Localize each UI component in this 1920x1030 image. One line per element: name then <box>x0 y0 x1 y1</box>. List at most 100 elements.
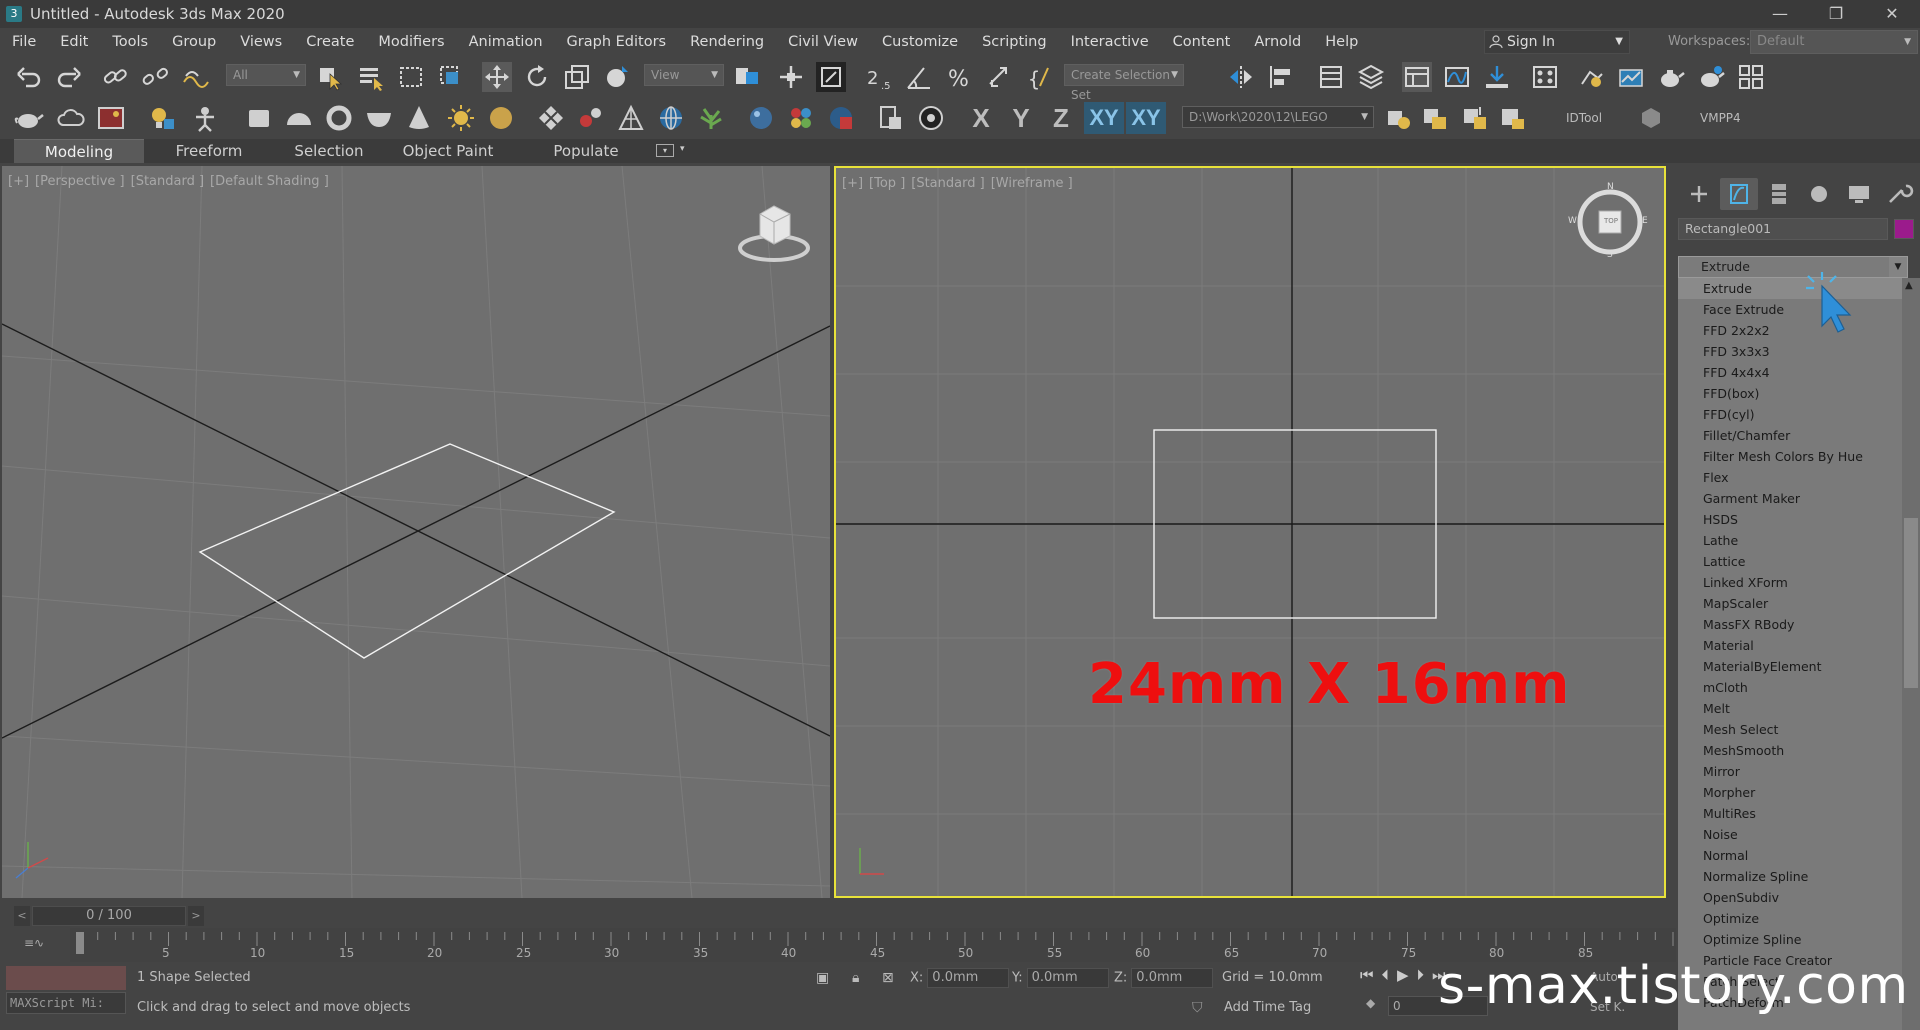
tab-modeling[interactable]: Modeling <box>14 139 144 163</box>
material-sphere-button[interactable] <box>746 103 776 133</box>
top-viewport-label[interactable]: [+] [Top ] [Standard ] [Wireframe ] <box>842 176 1079 191</box>
menu-modifiers[interactable]: Modifiers <box>366 34 456 50</box>
modifier-list-item[interactable]: Face Extrude <box>1678 299 1920 320</box>
modifier-list-item[interactable]: Filter Mesh Colors By Hue <box>1678 446 1920 467</box>
modifier-list-item[interactable]: MeshSmooth <box>1678 740 1920 761</box>
constrain-xy-button[interactable]: XY <box>1084 102 1124 134</box>
project-folder-select[interactable]: D:\Work\2020\12\LEGO ▼ <box>1182 106 1374 128</box>
percent-snap-toggle[interactable]: % <box>944 62 974 92</box>
modifier-list-item[interactable]: FFD(cyl) <box>1678 404 1920 425</box>
character-button[interactable] <box>190 103 220 133</box>
particles-button[interactable] <box>576 103 606 133</box>
place-button[interactable] <box>602 62 632 92</box>
modifier-list-item[interactable]: MultiRes <box>1678 803 1920 824</box>
window-crossing-button[interactable] <box>436 62 466 92</box>
modifier-list-item[interactable]: Melt <box>1678 698 1920 719</box>
object-name-field[interactable]: Rectangle001 <box>1678 218 1888 240</box>
menu-interactive[interactable]: Interactive <box>1059 34 1161 50</box>
project-tool-3-button[interactable] <box>1460 103 1490 133</box>
viewport-standard-label[interactable]: [Standard ] <box>131 174 204 189</box>
tiles-button[interactable] <box>536 103 566 133</box>
edit-named-selection-button[interactable]: { <box>1026 62 1056 92</box>
viewport-pov-label[interactable]: [Perspective ] <box>35 174 125 189</box>
object-color-swatch[interactable] <box>1894 219 1914 239</box>
modifier-list-item[interactable]: Mesh Select <box>1678 719 1920 740</box>
display-tab[interactable] <box>1840 178 1878 210</box>
modifier-list-item[interactable]: Optimize <box>1678 908 1920 929</box>
tab-selection[interactable]: Selection <box>264 139 394 163</box>
tab-freeform[interactable]: Freeform <box>144 139 274 163</box>
modifier-list-item[interactable]: OpenSubdiv <box>1678 887 1920 908</box>
menu-create[interactable]: Create <box>294 34 366 50</box>
idtool-button[interactable]: IDTool <box>1566 111 1602 125</box>
menu-tools[interactable]: Tools <box>100 34 160 50</box>
selection-filter-select[interactable]: All ▼ <box>226 64 306 86</box>
reference-coordinate-select[interactable]: View ▼ <box>644 64 724 86</box>
menu-scripting[interactable]: Scripting <box>970 34 1058 50</box>
dropdown-scrollbar[interactable]: ▲ <box>1902 278 1920 1030</box>
modifier-list-item[interactable]: Noise <box>1678 824 1920 845</box>
project-tool-2-button[interactable] <box>1420 103 1450 133</box>
hexagon-button[interactable] <box>1636 103 1666 133</box>
modifier-list-item[interactable]: Normal <box>1678 845 1920 866</box>
menu-file[interactable]: File <box>0 34 48 50</box>
vmpp-button[interactable]: VMPP4 <box>1700 111 1741 125</box>
maxscript-mini-listener[interactable]: MAXScript Mi: <box>6 992 126 1014</box>
modifier-list-item[interactable]: Extrude <box>1678 278 1920 299</box>
create-tab[interactable] <box>1680 178 1718 210</box>
modifier-list-item[interactable]: Mirror <box>1678 761 1920 782</box>
render-frame-window-button[interactable] <box>826 103 856 133</box>
media-button[interactable] <box>916 103 946 133</box>
viewcube-icon[interactable] <box>734 196 814 268</box>
modifier-list-item[interactable]: Flex <box>1678 467 1920 488</box>
move-button[interactable] <box>482 62 512 92</box>
modifier-list-item[interactable]: Linked XForm <box>1678 572 1920 593</box>
viewport-shading-label[interactable]: [Wireframe ] <box>991 176 1073 191</box>
restore-button[interactable]: ❐ <box>1808 0 1864 28</box>
isolate-selection-icon[interactable]: ▣ <box>816 970 829 986</box>
tab-object-paint[interactable]: Object Paint <box>388 139 508 163</box>
bowl-button[interactable] <box>364 103 394 133</box>
select-object-button[interactable] <box>316 62 346 92</box>
light-button[interactable] <box>146 103 176 133</box>
cone-button[interactable] <box>404 103 434 133</box>
modify-tab[interactable] <box>1720 178 1758 210</box>
menu-customize[interactable]: Customize <box>870 34 970 50</box>
modifier-list-item[interactable]: Optimize Spline <box>1678 929 1920 950</box>
time-prev-button[interactable]: < <box>14 906 30 926</box>
modifier-list-item[interactable]: Morpher <box>1678 782 1920 803</box>
maxscript-listener-top[interactable] <box>6 966 126 990</box>
torus-button[interactable] <box>324 103 354 133</box>
motion-tab[interactable] <box>1800 178 1838 210</box>
ribbon-options-icon[interactable]: ▾ <box>656 144 674 157</box>
perspective-viewport-label[interactable]: [+] [Perspective ] [Standard ] [Default Sha… <box>8 174 335 189</box>
scrollbar-thumb[interactable] <box>1904 518 1918 688</box>
modifier-list-item[interactable]: FFD(box) <box>1678 383 1920 404</box>
menu-group[interactable]: Group <box>160 34 228 50</box>
modifier-list-item[interactable]: MassFX RBody <box>1678 614 1920 635</box>
undo-button[interactable] <box>14 62 44 92</box>
image-viewer-button[interactable] <box>96 103 126 133</box>
curve-editor-button[interactable] <box>1442 62 1472 92</box>
project-tool-1-button[interactable] <box>1384 103 1414 133</box>
ribbon-caret-icon[interactable]: ▾ <box>680 144 685 154</box>
absolute-mode-icon[interactable]: ⊠ <box>882 970 894 986</box>
key-mode-icon[interactable]: ◆ <box>1366 996 1375 1010</box>
menu-views[interactable]: Views <box>228 34 294 50</box>
time-next-button[interactable]: > <box>188 906 204 926</box>
modifier-list-item[interactable]: Lathe <box>1678 530 1920 551</box>
modifier-list-item[interactable]: Normalize Spline <box>1678 866 1920 887</box>
viewport-menu-plus[interactable]: [+] <box>8 174 29 189</box>
keyboard-shortcut-toggle[interactable] <box>816 62 846 92</box>
bone-button[interactable] <box>616 103 646 133</box>
slate-material-button[interactable] <box>786 103 816 133</box>
close-button[interactable]: ✕ <box>1864 0 1920 28</box>
menu-civil-view[interactable]: Civil View <box>776 34 870 50</box>
select-manipulate-button[interactable] <box>776 62 806 92</box>
sign-in-button[interactable]: Sign In ▼ <box>1484 30 1630 54</box>
viewport-standard-label[interactable]: [Standard ] <box>911 176 984 191</box>
render-shortcuts-button[interactable] <box>1736 62 1766 92</box>
angle-snap-toggle[interactable] <box>904 62 934 92</box>
add-time-tag-button[interactable]: Add Time Tag <box>1224 1000 1311 1015</box>
ribbon-toggle-button[interactable] <box>1402 62 1432 92</box>
